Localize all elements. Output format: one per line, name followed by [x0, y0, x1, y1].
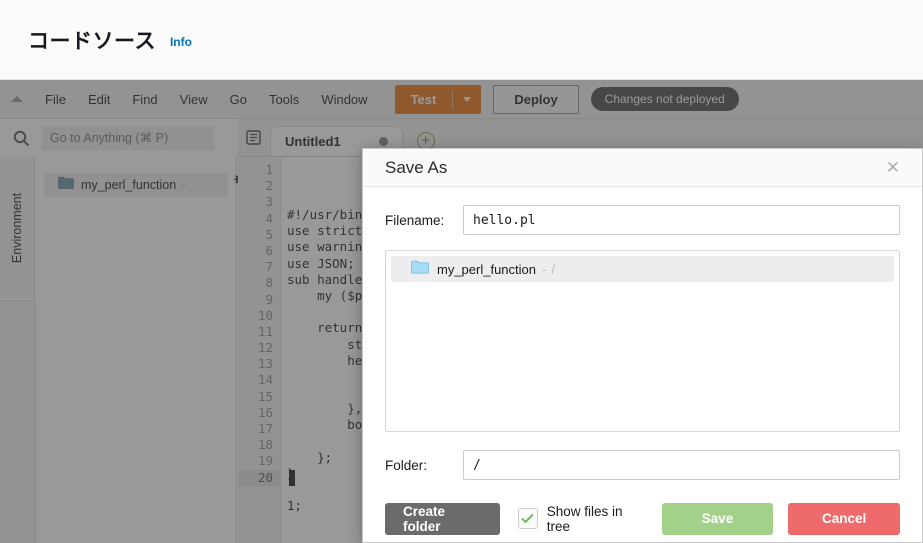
page-header: コードソース Info: [0, 0, 923, 80]
folder-tree-panel[interactable]: my_perl_function - /: [385, 250, 900, 433]
tree-row-dash: -: [542, 261, 547, 277]
create-folder-button[interactable]: Create folder: [385, 502, 500, 535]
show-files-in-tree-checkbox[interactable]: Show files in tree: [517, 503, 644, 534]
folder-icon: [411, 260, 429, 279]
dialog-title: Save As: [385, 157, 448, 177]
dialog-header: Save As ✕: [363, 149, 922, 188]
dialog-footer: Create folder Show files in tree Save Ca…: [363, 495, 922, 542]
application-window: コードソース Info File Edit Find View Go Tools…: [0, 0, 923, 543]
save-as-dialog: Save As ✕ Filename: my_perl_function - /: [362, 148, 923, 543]
checkmark-icon: [521, 513, 534, 524]
filename-input[interactable]: [463, 205, 900, 236]
cancel-button[interactable]: Cancel: [788, 502, 901, 535]
save-button[interactable]: Save: [661, 502, 774, 535]
tree-row-folder-name: my_perl_function: [437, 261, 536, 277]
tree-row[interactable]: my_perl_function - /: [391, 256, 894, 283]
tree-row-slash: /: [551, 261, 555, 277]
checkbox-label: Show files in tree: [546, 503, 623, 534]
info-link[interactable]: Info: [170, 35, 192, 49]
page-title: コードソース: [28, 29, 156, 53]
filename-label: Filename:: [385, 212, 445, 228]
filename-field-row: Filename:: [385, 205, 900, 236]
close-icon[interactable]: ✕: [882, 159, 904, 176]
dialog-body: Filename: my_perl_function - / Folder:: [363, 187, 922, 495]
folder-input[interactable]: [463, 450, 900, 481]
folder-field-row: Folder:: [385, 450, 900, 481]
folder-label: Folder:: [385, 457, 428, 473]
checkbox-box[interactable]: [517, 508, 538, 530]
